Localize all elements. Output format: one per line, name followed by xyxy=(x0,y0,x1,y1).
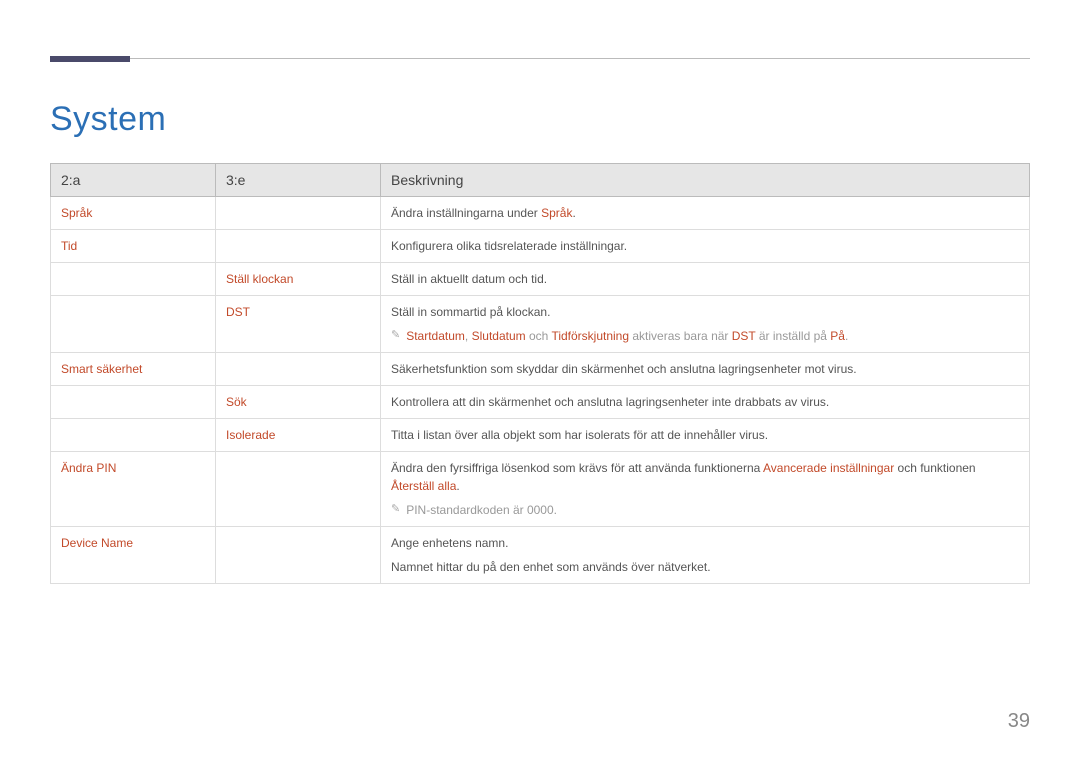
cell-3e: Sök xyxy=(216,386,381,419)
cell-3e xyxy=(216,452,381,527)
cell-3e: Ställ klockan xyxy=(216,263,381,296)
col-header-desc: Beskrivning xyxy=(381,164,1030,197)
desc-plain: Ändra den fyrsiffriga lösenkod som krävs… xyxy=(391,461,763,475)
table-row: Språk Ändra inställningarna under Språk. xyxy=(51,197,1030,230)
cell-desc: Ställ in sommartid på klockan. ✎ Startda… xyxy=(381,296,1030,353)
note: ✎ Startdatum, Slutdatum och Tidförskjutn… xyxy=(391,327,1019,345)
desc-accent: Språk xyxy=(541,206,572,220)
cell-2a: Tid xyxy=(51,230,216,263)
cell-3e xyxy=(216,353,381,386)
cell-2a: Språk xyxy=(51,197,216,230)
cell-desc: Titta i listan över alla objekt som har … xyxy=(381,419,1030,452)
cell-3e xyxy=(216,230,381,263)
cell-desc: Säkerhetsfunktion som skyddar din skärme… xyxy=(381,353,1030,386)
cell-desc: Ställ in aktuellt datum och tid. xyxy=(381,263,1030,296)
pencil-icon: ✎ xyxy=(391,501,400,519)
desc-text: Ställ in sommartid på klockan. xyxy=(391,303,1019,321)
note-sep: , xyxy=(465,329,472,343)
note-accent: På xyxy=(830,329,845,343)
table-row: Sök Kontrollera att din skärmenhet och a… xyxy=(51,386,1030,419)
desc-text: Ändra den fyrsiffriga lösenkod som krävs… xyxy=(391,459,1019,495)
note-plain: aktiveras bara när xyxy=(629,329,732,343)
header-rule-line xyxy=(50,58,1030,59)
cell-3e: DST xyxy=(216,296,381,353)
note-text: PIN-standardkoden är 0000. xyxy=(406,501,1019,519)
desc-text: . xyxy=(572,206,575,220)
table-row: Smart säkerhet Säkerhetsfunktion som sky… xyxy=(51,353,1030,386)
desc-accent: Avancerade inställningar xyxy=(763,461,894,475)
cell-3e xyxy=(216,527,381,584)
note-plain: och xyxy=(526,329,552,343)
table-row: Tid Konfigurera olika tidsrelaterade ins… xyxy=(51,230,1030,263)
cell-2a: Smart säkerhet xyxy=(51,353,216,386)
note-plain: är inställd på xyxy=(756,329,831,343)
cell-desc: Ändra den fyrsiffriga lösenkod som krävs… xyxy=(381,452,1030,527)
table-header-row: 2:a 3:e Beskrivning xyxy=(51,164,1030,197)
desc-plain: och funktionen xyxy=(894,461,975,475)
note: ✎ PIN-standardkoden är 0000. xyxy=(391,501,1019,519)
note-accent: DST xyxy=(732,329,756,343)
cell-3e xyxy=(216,197,381,230)
cell-3e: Isolerade xyxy=(216,419,381,452)
desc-accent: Återställ alla xyxy=(391,479,456,493)
table-row: Isolerade Titta i listan över alla objek… xyxy=(51,419,1030,452)
cell-2a: Ändra PIN xyxy=(51,452,216,527)
pencil-icon: ✎ xyxy=(391,327,400,345)
note-plain: . xyxy=(845,329,848,343)
table-row: Ställ klockan Ställ in aktuellt datum oc… xyxy=(51,263,1030,296)
page: System 2:a 3:e Beskrivning Språk Ändra i… xyxy=(0,0,1080,763)
table-row: DST Ställ in sommartid på klockan. ✎ Sta… xyxy=(51,296,1030,353)
note-accent: Tidförskjutning xyxy=(551,329,629,343)
table-row: Ändra PIN Ändra den fyrsiffriga lösenkod… xyxy=(51,452,1030,527)
system-table: 2:a 3:e Beskrivning Språk Ändra inställn… xyxy=(50,163,1030,584)
section-title: System xyxy=(50,100,1030,139)
note-accent: Startdatum xyxy=(406,329,465,343)
cell-2a xyxy=(51,386,216,419)
cell-2a xyxy=(51,419,216,452)
cell-desc: Ange enhetens namn. Namnet hittar du på … xyxy=(381,527,1030,584)
cell-desc: Konfigurera olika tidsrelaterade inställ… xyxy=(381,230,1030,263)
table-row: Device Name Ange enhetens namn. Namnet h… xyxy=(51,527,1030,584)
note-text: Startdatum, Slutdatum och Tidförskjutnin… xyxy=(406,327,1019,345)
cell-2a: Device Name xyxy=(51,527,216,584)
cell-desc: Ändra inställningarna under Språk. xyxy=(381,197,1030,230)
cell-2a xyxy=(51,263,216,296)
col-header-3e: 3:e xyxy=(216,164,381,197)
desc-text: Namnet hittar du på den enhet som använd… xyxy=(391,558,1019,576)
desc-plain: . xyxy=(456,479,459,493)
page-number: 39 xyxy=(1008,710,1030,733)
header-accent-bar xyxy=(50,56,130,62)
note-accent: Slutdatum xyxy=(472,329,526,343)
col-header-2a: 2:a xyxy=(51,164,216,197)
cell-desc: Kontrollera att din skärmenhet och anslu… xyxy=(381,386,1030,419)
header-rule xyxy=(50,50,1030,70)
desc-text: Ändra inställningarna under xyxy=(391,206,541,220)
cell-2a xyxy=(51,296,216,353)
desc-text: Ange enhetens namn. xyxy=(391,534,1019,552)
